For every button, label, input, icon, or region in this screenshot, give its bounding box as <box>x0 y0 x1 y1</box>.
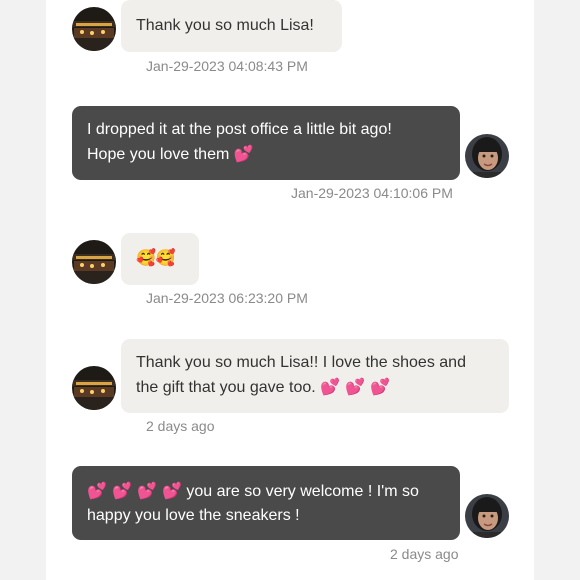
two-hearts-emoji: 💕 <box>233 144 254 163</box>
message-line-2: the gift that you gave too. <box>136 379 316 396</box>
message-line-2: happy you love the sneakers ! <box>87 507 300 524</box>
message-timestamp: Jan-29-2023 04:08:43 PM <box>146 58 308 74</box>
woman-portrait-avatar[interactable] <box>465 134 509 178</box>
two-hearts-emoji: 💕 💕 💕 <box>320 377 391 396</box>
two-hearts-emoji: 💕 💕 💕 💕 <box>87 481 182 500</box>
message-timestamp: Jan-29-2023 06:23:20 PM <box>146 290 308 306</box>
smiling-hearts-emoji: 🥰🥰 <box>136 248 176 267</box>
woman-portrait-avatar[interactable] <box>465 494 509 538</box>
message-bubble-4: Thank you so much Lisa!! I love the shoe… <box>121 339 509 413</box>
message-bubble-2: I dropped it at the post office a little… <box>72 106 460 180</box>
message-line-2: Hope you love them <box>87 146 230 163</box>
message-bubble-5: 💕 💕 💕 💕 you are so very welcome ! I'm so… <box>72 466 460 540</box>
message-line-1: I dropped it at the post office a little… <box>87 121 392 138</box>
storefront-night-avatar[interactable] <box>72 7 116 51</box>
message-line-1: you are so very welcome ! I'm so <box>186 483 419 500</box>
message-timestamp: 2 days ago <box>146 418 215 434</box>
message-line-1: Thank you so much Lisa!! I love the shoe… <box>136 354 466 371</box>
storefront-night-avatar[interactable] <box>72 240 116 284</box>
message-timestamp: 2 days ago <box>390 546 459 562</box>
message-text: Thank you so much Lisa! <box>136 17 314 34</box>
message-timestamp: Jan-29-2023 04:10:06 PM <box>291 185 453 201</box>
storefront-night-avatar[interactable] <box>72 366 116 410</box>
message-bubble-1: Thank you so much Lisa! <box>121 0 342 52</box>
message-bubble-3: 🥰🥰 <box>121 233 199 285</box>
